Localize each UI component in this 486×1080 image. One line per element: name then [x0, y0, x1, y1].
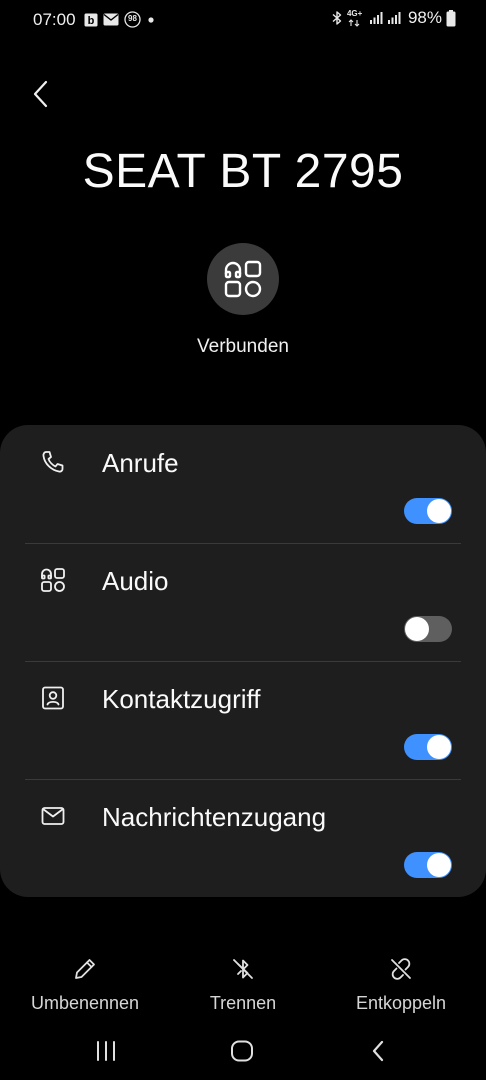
device-type-icon [207, 243, 279, 315]
svg-text:b: b [88, 15, 95, 27]
badge-98-text: 98 [128, 14, 137, 23]
apps-icon [40, 567, 66, 593]
pencil-icon [71, 955, 99, 983]
chevron-left-icon [33, 80, 48, 108]
badge-98-icon: 98 [124, 11, 141, 28]
contacts-toggle[interactable] [404, 734, 452, 760]
profiles-card: Anrufe Audio Kontaktzugriff Nachrichtenz… [0, 425, 486, 897]
battery-percent: 98% [407, 8, 442, 27]
envelope-icon [40, 803, 66, 829]
signal-icon-1 [369, 11, 383, 25]
b-app-icon: b [84, 13, 98, 27]
unpair-label: Entkoppeln [355, 993, 447, 1013]
disconnect-button[interactable]: Trennen [173, 955, 313, 1014]
toggle-knob [427, 735, 451, 759]
profile-row-contacts[interactable]: Kontaktzugriff [0, 661, 486, 779]
signal-icon-2 [387, 11, 401, 25]
home-icon [231, 1040, 253, 1062]
mail-icon [103, 13, 119, 26]
rename-label: Umbenennen [30, 993, 140, 1013]
profile-label-messages: Nachrichtenzugang [102, 802, 327, 832]
system-status-icons: 4G+ 98% [331, 8, 456, 28]
network-type-label: 4G+ [346, 9, 363, 18]
status-bar: 07:00 b 98 4G+ 98% [0, 0, 486, 40]
dot-icon [146, 15, 156, 25]
notification-icons: b 98 [84, 11, 156, 28]
bluetooth-icon [331, 10, 343, 26]
calls-toggle[interactable] [404, 498, 452, 524]
audio-toggle[interactable] [404, 616, 452, 642]
network-type-icon: 4G+ [347, 9, 365, 27]
device-name-title: SEAT BT 2795 [82, 145, 404, 198]
profile-label-contacts: Kontaktzugriff [102, 684, 261, 714]
rename-button[interactable]: Umbenennen [15, 955, 155, 1014]
home-button[interactable] [222, 1034, 262, 1068]
contact-card-icon [40, 685, 66, 711]
bluetooth-off-icon [229, 955, 257, 983]
profile-row-messages[interactable]: Nachrichtenzugang [0, 779, 486, 897]
unlink-icon [387, 955, 415, 983]
toggle-knob [427, 853, 451, 877]
nav-back-icon [372, 1040, 384, 1062]
phone-icon [40, 449, 66, 475]
toggle-knob [405, 617, 429, 641]
profile-label-audio: Audio [102, 566, 169, 596]
profile-row-calls[interactable]: Anrufe [0, 425, 486, 543]
back-button[interactable] [26, 78, 56, 110]
recent-apps-button[interactable] [86, 1034, 126, 1068]
toggle-knob [427, 499, 451, 523]
unpair-button[interactable]: Entkoppeln [331, 955, 471, 1014]
profile-label-calls: Anrufe [102, 448, 179, 478]
disconnect-label: Trennen [209, 993, 277, 1013]
messages-toggle[interactable] [404, 852, 452, 878]
status-time: 07:00 [33, 10, 76, 29]
headset-apps-icon [224, 260, 262, 298]
battery-icon [446, 9, 456, 27]
nav-back-button[interactable] [358, 1034, 398, 1068]
recent-apps-icon [97, 1041, 115, 1061]
profile-row-audio[interactable]: Audio [0, 543, 486, 661]
connection-status: Verbunden [197, 336, 289, 357]
